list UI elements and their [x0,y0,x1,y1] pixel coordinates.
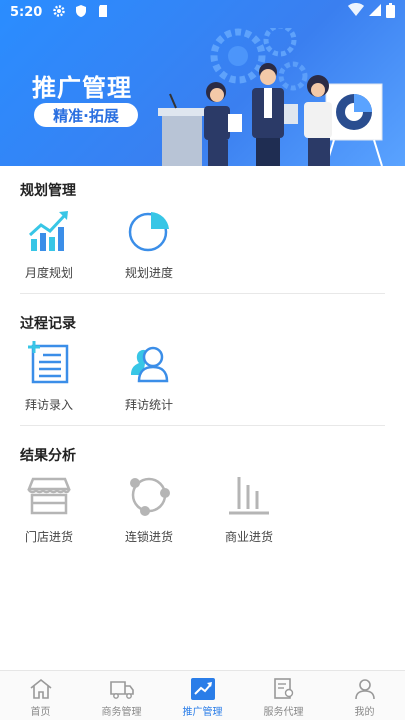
plan-progress-label: 规划进度 [124,266,173,280]
truck-icon [109,677,135,701]
nav-label: 服务代理 [263,707,304,718]
trend-chart-icon [26,208,72,254]
section-title-analysis: 结果分析 [20,448,76,464]
user-icon [352,677,378,701]
nav-item-service-agent[interactable]: 服务代理 [243,671,324,720]
chain-icon [126,472,172,518]
add-list-icon [26,340,72,386]
visit-stats-label: 拜访统计 [124,398,173,412]
store-icon [26,472,72,518]
trend-icon [190,677,216,701]
monthly-plan-button[interactable]: 月度规划 [14,208,84,281]
certificate-icon [271,677,297,701]
plan-progress-button[interactable]: 规划进度 [114,208,184,281]
section-title-planning: 规划管理 [20,183,76,199]
home-icon [28,677,54,701]
status-bar: 5:20 [0,0,405,24]
visit-entry-button[interactable]: 拜访录入 [14,340,84,413]
promotion-banner: 推广管理 精准·拓展 [0,0,405,166]
battery-icon [386,2,395,22]
commercial-purchase-button[interactable]: 商业进货 [214,472,284,545]
chain-purchase-button[interactable]: 连锁进货 [114,472,184,545]
nav-label: 商务管理 [101,707,142,718]
nav-label: 我的 [354,707,375,718]
bar-chart-icon [226,472,272,518]
people-icon [126,340,172,386]
visit-stats-button[interactable]: 拜访统计 [114,340,184,413]
pie-chart-icon [126,208,172,254]
section-title-process: 过程记录 [20,316,76,332]
monthly-plan-label: 月度规划 [24,266,73,280]
commercial-purchase-label: 商业进货 [224,530,273,544]
nav-label: 推广管理 [182,707,223,718]
signal-icon [368,3,382,21]
sd-card-icon [96,4,112,20]
store-purchase-button[interactable]: 门店进货 [14,472,84,545]
banner-tagline: 精准·拓展 [34,103,138,127]
nav-label: 首页 [30,707,51,718]
settings-icon [52,4,68,20]
nav-item-me[interactable]: 我的 [324,671,405,720]
store-purchase-label: 门店进货 [24,530,73,544]
banner-title: 推广管理 [32,74,132,102]
shield-icon [74,4,90,20]
chain-purchase-label: 连锁进货 [124,530,173,544]
nav-item-home[interactable]: 首页 [0,671,81,720]
section-divider [20,293,385,294]
status-time: 5:20 [10,4,43,20]
bottom-navigation: 首页 商务管理 推广管理 服务代理 我的 [0,670,405,720]
section-divider [20,425,385,426]
presentation-illustration [158,28,383,166]
visit-entry-label: 拜访录入 [24,398,73,412]
nav-item-promotion[interactable]: 推广管理 [162,671,243,720]
nav-item-business[interactable]: 商务管理 [81,671,162,720]
wifi-icon [348,3,364,21]
